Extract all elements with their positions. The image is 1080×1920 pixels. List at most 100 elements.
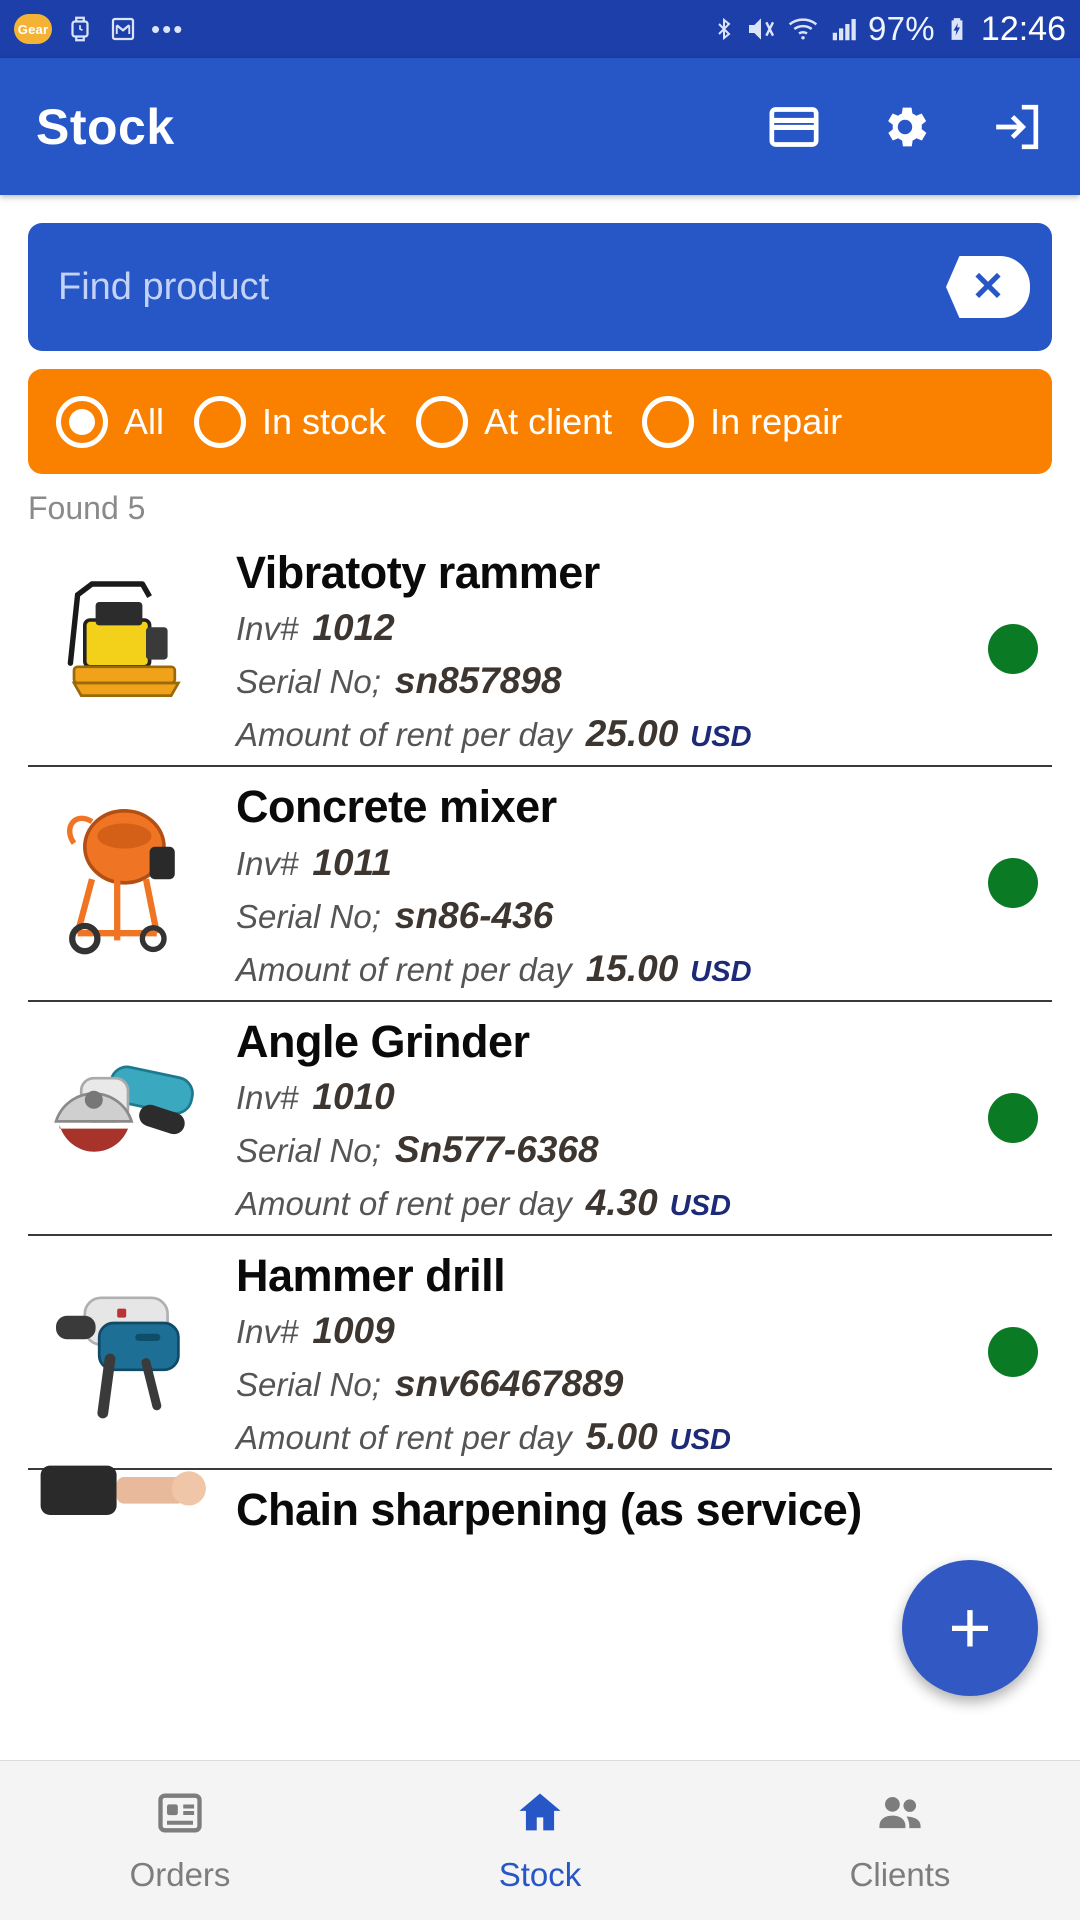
orders-list-icon xyxy=(154,1787,206,1844)
product-info: Chain sharpening (as service) xyxy=(228,1480,1052,1535)
rent-label: Amount of rent per day xyxy=(236,1419,572,1456)
product-rent-line: Amount of rent per day 4.30 USD xyxy=(236,1182,988,1224)
currency-label: USD xyxy=(669,1424,731,1456)
product-name: Chain sharpening (as service) xyxy=(236,1484,862,1535)
people-icon xyxy=(873,1787,927,1844)
product-serial-line: Serial No; Sn577-6368 xyxy=(236,1129,988,1171)
product-info: Hammer drill Inv# 1009 Serial No; snv664… xyxy=(228,1246,988,1458)
plus-icon: + xyxy=(948,1586,992,1669)
list-item[interactable]: Angle Grinder Inv# 1010 Serial No; Sn577… xyxy=(28,1002,1052,1236)
serial-value: sn86-436 xyxy=(394,894,554,936)
status-bar-left: Gear ••• xyxy=(14,12,184,46)
product-name: Concrete mixer xyxy=(236,781,557,833)
product-serial-line: Serial No; snv66467889 xyxy=(236,1363,988,1405)
currency-label: USD xyxy=(690,955,752,988)
status-badge xyxy=(988,858,1038,909)
product-serial-line: Serial No; sn857898 xyxy=(236,660,988,702)
serial-label: Serial No; xyxy=(236,663,381,701)
app-root: Gear ••• 97% 12:46 Stock Find product ✕ … xyxy=(0,0,1080,1920)
product-info: Concrete mixer Inv# 1011 Serial No; sn86… xyxy=(228,777,988,989)
currency-label: USD xyxy=(669,1189,731,1222)
status-bar-right: 97% 12:46 xyxy=(712,10,1066,49)
nav-label-stock: Stock xyxy=(498,1856,582,1893)
serial-label: Serial No; xyxy=(236,897,381,935)
inv-label: Inv# xyxy=(236,1078,299,1116)
chain-sharpening-image xyxy=(28,1465,228,1550)
card-button[interactable] xyxy=(766,99,822,155)
settings-button[interactable] xyxy=(878,100,932,154)
search-section: ✕ xyxy=(0,195,1080,351)
nav-item-clients[interactable]: Clients xyxy=(720,1787,1080,1894)
product-info: Angle Grinder Inv# 1010 Serial No; Sn577… xyxy=(228,1012,988,1224)
product-rent-line: Amount of rent per day 15.00 USD xyxy=(236,948,988,990)
gear-badge-icon: Gear xyxy=(14,14,52,44)
rent-value: 25.00 xyxy=(585,713,679,755)
watch-icon xyxy=(65,12,95,46)
status-badge xyxy=(988,1326,1038,1377)
battery-icon xyxy=(944,12,970,46)
gmail-icon xyxy=(108,13,138,45)
nav-item-stock[interactable]: Stock xyxy=(360,1787,720,1894)
product-inv-line: Inv# 1011 xyxy=(236,842,988,884)
product-inv-line: Inv# 1010 xyxy=(236,1076,988,1118)
filter-label-all: All xyxy=(124,400,165,442)
radio-icon-in-stock[interactable] xyxy=(194,395,247,448)
status-filter-bar: All In stock At client In repair xyxy=(28,369,1052,474)
hammer-drill-image xyxy=(28,1246,228,1436)
page-title: Stock xyxy=(36,98,175,155)
inv-value: 1009 xyxy=(312,1310,395,1351)
filter-option-in-repair[interactable]: In repair xyxy=(642,395,843,448)
inv-value: 1011 xyxy=(312,841,392,883)
home-icon xyxy=(514,1787,566,1844)
rent-label: Amount of rent per day xyxy=(236,950,572,988)
nav-item-orders[interactable]: Orders xyxy=(0,1787,360,1894)
product-rent-line: Amount of rent per day 5.00 USD xyxy=(236,1416,988,1458)
serial-label: Serial No; xyxy=(236,1131,381,1169)
close-icon: ✕ xyxy=(971,265,1005,309)
logout-button[interactable] xyxy=(988,99,1044,155)
status-bar: Gear ••• 97% 12:46 xyxy=(0,0,1080,58)
rent-label: Amount of rent per day xyxy=(236,1184,572,1222)
list-item[interactable]: Chain sharpening (as service) xyxy=(28,1465,1052,1560)
filter-label-in-stock: In stock xyxy=(262,400,387,442)
search-input[interactable] xyxy=(58,265,946,309)
rent-value: 4.30 xyxy=(585,1181,658,1223)
rent-value: 15.00 xyxy=(585,947,679,989)
inv-label: Inv# xyxy=(236,844,299,882)
inv-label: Inv# xyxy=(236,1313,299,1350)
filter-option-in-stock[interactable]: In stock xyxy=(194,395,387,448)
currency-label: USD xyxy=(690,721,752,754)
add-product-button[interactable]: + xyxy=(902,1560,1038,1696)
concrete-mixer-image xyxy=(28,777,228,967)
vibrate-mute-icon xyxy=(745,13,777,45)
radio-icon-at-client[interactable] xyxy=(416,395,469,448)
list-item[interactable]: Vibratoty rammer Inv# 1012 Serial No; sn… xyxy=(28,533,1052,768)
app-bar-actions xyxy=(766,99,1044,155)
angle-grinder-image xyxy=(28,1012,228,1202)
radio-icon-all[interactable] xyxy=(56,395,108,448)
product-inv-line: Inv# 1009 xyxy=(236,1310,988,1352)
inv-value: 1010 xyxy=(312,1075,395,1117)
status-badge xyxy=(988,1092,1038,1143)
filter-label-at-client: At client xyxy=(484,400,613,442)
product-rent-line: Amount of rent per day 25.00 USD xyxy=(236,713,988,755)
product-name: Angle Grinder xyxy=(236,1015,530,1067)
clear-search-button[interactable]: ✕ xyxy=(946,256,1030,318)
signal-icon xyxy=(829,13,859,45)
bluetooth-icon xyxy=(712,12,736,46)
rent-label: Amount of rent per day xyxy=(236,716,572,754)
more-dots-icon: ••• xyxy=(151,14,185,44)
product-info: Vibratoty rammer Inv# 1012 Serial No; sn… xyxy=(228,543,988,755)
result-count-label: Found 5 xyxy=(28,490,146,526)
list-item[interactable]: Concrete mixer Inv# 1011 Serial No; sn86… xyxy=(28,767,1052,1002)
wifi-icon xyxy=(786,13,820,45)
product-inv-line: Inv# 1012 xyxy=(236,607,988,649)
search-box[interactable]: ✕ xyxy=(28,223,1052,351)
filter-label-in-repair: In repair xyxy=(710,400,843,442)
filter-option-at-client[interactable]: At client xyxy=(416,395,613,448)
inv-value: 1012 xyxy=(312,607,395,649)
nav-label-clients: Clients xyxy=(849,1856,951,1893)
filter-option-all[interactable]: All xyxy=(56,395,165,448)
vibratory-rammer-image xyxy=(28,543,228,733)
radio-icon-in-repair[interactable] xyxy=(642,395,695,448)
